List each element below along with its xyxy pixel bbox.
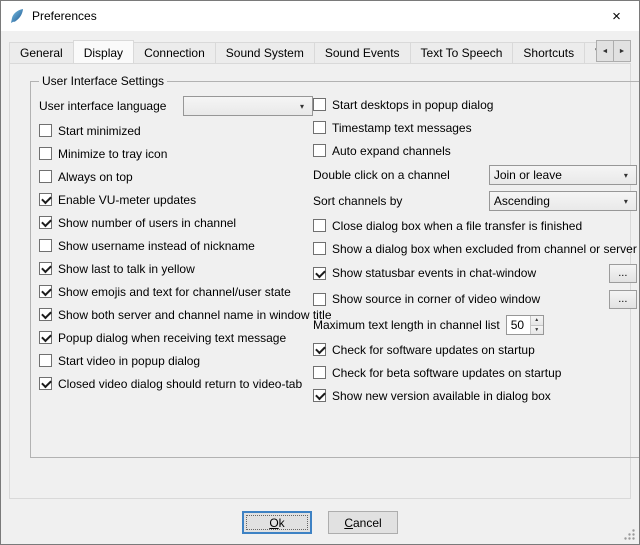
checkbox-box: [313, 389, 326, 402]
checkbox-minimize-to-tray[interactable]: Minimize to tray icon: [39, 145, 313, 162]
checkbox-box: [313, 366, 326, 379]
checkbox-box: [39, 308, 52, 321]
statusbar-events-browse-button[interactable]: ...: [609, 264, 637, 283]
tab-sound-system[interactable]: Sound System: [215, 42, 315, 63]
max-text-length-label: Maximum text length in channel list: [313, 318, 500, 332]
checkbox-closed-video-return-tab[interactable]: Closed video dialog should return to vid…: [39, 375, 313, 392]
group-title: User Interface Settings: [39, 74, 167, 88]
footer: Ok Cancel: [1, 511, 639, 534]
checkbox-box: [313, 98, 326, 111]
window-title: Preferences: [32, 9, 97, 23]
ok-button[interactable]: Ok: [242, 511, 312, 534]
checkbox-box: [39, 216, 52, 229]
tab-general[interactable]: General: [9, 42, 74, 63]
tab-shortcuts[interactable]: Shortcuts: [512, 42, 585, 63]
checkbox-always-on-top[interactable]: Always on top: [39, 168, 313, 185]
checkbox-emojis-text-state[interactable]: Show emojis and text for channel/user st…: [39, 283, 313, 300]
checkbox-server-channel-in-title[interactable]: Show both server and channel name in win…: [39, 306, 313, 323]
checkbox-box: [39, 124, 52, 137]
double-click-value: Join or leave: [494, 168, 620, 182]
checkbox-box: [39, 285, 52, 298]
checkbox-box: [39, 147, 52, 160]
left-column: User interface language ▾ Start minimize…: [39, 96, 313, 410]
checkbox-box: [39, 262, 52, 275]
checkbox-box: [313, 219, 326, 232]
spinner-value: 50: [507, 316, 530, 334]
chevron-down-icon: ▾: [620, 171, 632, 180]
sort-channels-label: Sort channels by: [313, 194, 402, 208]
checkbox-check-updates[interactable]: Check for software updates on startup: [313, 341, 637, 358]
settings-columns: User interface language ▾ Start minimize…: [39, 92, 637, 410]
close-icon[interactable]: ×: [594, 1, 639, 31]
sort-channels-row: Sort channels by Ascending ▾: [313, 191, 637, 211]
checkbox-start-minimized[interactable]: Start minimized: [39, 122, 313, 139]
titlebar[interactable]: Preferences ×: [1, 1, 639, 31]
checkbox-box: [39, 377, 52, 390]
resize-grip-icon[interactable]: [623, 528, 636, 541]
sort-channels-value: Ascending: [494, 194, 620, 208]
tab-scroll-left-icon[interactable]: ◄: [596, 40, 614, 62]
checkbox-box: [313, 267, 326, 280]
checkbox-auto-expand-channels[interactable]: Auto expand channels: [313, 142, 637, 159]
checkbox-popup-on-text-message[interactable]: Popup dialog when receiving text message: [39, 329, 313, 346]
tab-text-to-speech[interactable]: Text To Speech: [410, 42, 514, 63]
checkbox-box: [313, 343, 326, 356]
checkbox-box: [313, 121, 326, 134]
checkbox-box: [39, 354, 52, 367]
checkbox-show-user-count[interactable]: Show number of users in channel: [39, 214, 313, 231]
video-source-browse-button[interactable]: ...: [609, 290, 637, 309]
preferences-dialog: Preferences × General Display Connection…: [0, 0, 640, 545]
chevron-down-icon: ▾: [620, 197, 632, 206]
chevron-down-icon: ▾: [296, 102, 308, 111]
language-combobox[interactable]: ▾: [183, 96, 313, 116]
app-logo-icon: [9, 8, 25, 24]
checkbox-box: [39, 331, 52, 344]
checkbox-vu-meter-updates[interactable]: Enable VU-meter updates: [39, 191, 313, 208]
video-source-row: Show source in corner of video window ..…: [313, 289, 637, 309]
checkbox-username-instead-nickname[interactable]: Show username instead of nickname: [39, 237, 313, 254]
checkbox-box: [39, 239, 52, 252]
sort-channels-combobox[interactable]: Ascending ▾: [489, 191, 637, 211]
cancel-button[interactable]: Cancel: [328, 511, 398, 534]
checkbox-box: [313, 293, 326, 306]
spin-down-icon[interactable]: ▼: [531, 326, 543, 335]
language-label: User interface language: [39, 99, 166, 113]
checkbox-box: [313, 144, 326, 157]
checkbox-last-talk-yellow[interactable]: Show last to talk in yellow: [39, 260, 313, 277]
tab-scroll-right-icon[interactable]: ►: [613, 40, 631, 62]
spinner-buttons: ▲ ▼: [530, 316, 543, 334]
double-click-row: Double click on a channel Join or leave …: [313, 165, 637, 185]
right-column: Start desktops in popup dialog Timestamp…: [313, 96, 637, 410]
tabs: General Display Connection Sound System …: [9, 39, 631, 63]
double-click-label: Double click on a channel: [313, 168, 450, 182]
checkbox-timestamp-messages[interactable]: Timestamp text messages: [313, 119, 637, 136]
display-tab-pane: User Interface Settings User interface l…: [9, 63, 631, 499]
checkbox-start-desktops-popup[interactable]: Start desktops in popup dialog: [313, 96, 637, 113]
max-text-length-row: Maximum text length in channel list 50 ▲…: [313, 315, 637, 335]
checkbox-video-source-corner[interactable]: Show source in corner of video window: [313, 291, 609, 308]
checkbox-box: [39, 170, 52, 183]
tab-connection[interactable]: Connection: [133, 42, 216, 63]
tab-sound-events[interactable]: Sound Events: [314, 42, 411, 63]
checkbox-check-beta-updates[interactable]: Check for beta software updates on start…: [313, 364, 637, 381]
tab-scroll-buttons: ◄ ►: [597, 40, 631, 62]
user-interface-settings-group: User Interface Settings User interface l…: [30, 74, 640, 458]
checkbox-close-dialog-file-transfer[interactable]: Close dialog box when a file transfer is…: [313, 217, 637, 234]
statusbar-events-row: Show statusbar events in chat-window ...: [313, 263, 637, 283]
checkbox-statusbar-events[interactable]: Show statusbar events in chat-window: [313, 265, 609, 282]
spin-up-icon[interactable]: ▲: [531, 316, 543, 326]
language-row: User interface language ▾: [39, 96, 313, 116]
checkbox-box: [313, 242, 326, 255]
max-text-length-spinner[interactable]: 50 ▲ ▼: [506, 315, 544, 335]
tab-display[interactable]: Display: [73, 40, 134, 63]
checkbox-box: [39, 193, 52, 206]
double-click-combobox[interactable]: Join or leave ▾: [489, 165, 637, 185]
checkbox-show-new-version-dialog[interactable]: Show new version available in dialog box: [313, 387, 637, 404]
checkbox-dialog-when-excluded[interactable]: Show a dialog box when excluded from cha…: [313, 240, 637, 257]
checkbox-start-video-popup[interactable]: Start video in popup dialog: [39, 352, 313, 369]
tab-strip: General Display Connection Sound System …: [9, 39, 631, 63]
